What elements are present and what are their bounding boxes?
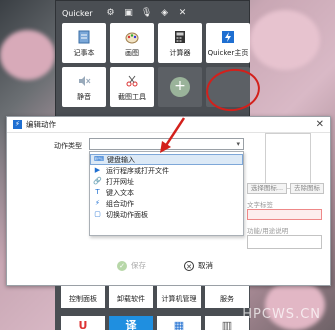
edit-action-dialog: ⚡ 编辑动作 ✕ 动作类型 ▾ ⌨ 键盘输入 ▶ 运行程序或打开文件 🔗 打开网… — [6, 116, 331, 286]
cancel-button[interactable]: ✕ 取消 — [184, 260, 213, 271]
text-label-input[interactable] — [247, 209, 322, 220]
tile-computer-management[interactable]: 计算机管理 — [157, 286, 201, 308]
panel-icon: ▢ — [94, 210, 101, 218]
app-icon-red[interactable]: U — [61, 316, 105, 330]
option-type-text[interactable]: T 键入文本 — [90, 187, 243, 198]
watermark: HPCWS.CN — [242, 307, 321, 322]
tile-snipping-tool[interactable]: 截图工具 — [110, 67, 154, 107]
select-icon-button[interactable]: 选择图标... — [247, 183, 287, 194]
option-switch-panel[interactable]: ▢ 切换动作面板 — [90, 209, 243, 220]
keyboard-icon: ⌨ — [94, 155, 105, 163]
mute-icon — [76, 73, 92, 89]
scissors-icon — [124, 73, 140, 89]
tile-calculator[interactable]: 计算器 — [158, 23, 202, 63]
dialog-buttons: ✓ 保存 ✕ 取消 — [117, 260, 213, 271]
cancel-label: 取消 — [198, 261, 213, 270]
wallpaper-blossom — [0, 30, 55, 80]
option-combo-action[interactable]: ⚡ 组合动作 — [90, 198, 243, 209]
tile-label: 截图工具 — [118, 92, 146, 101]
tile-services[interactable]: 服务 — [205, 286, 249, 308]
add-icon[interactable]: + — [170, 77, 190, 97]
save-button[interactable]: ✓ 保存 — [117, 260, 146, 271]
tile-mute[interactable]: 静音 — [62, 67, 106, 107]
option-keyboard-input[interactable]: ⌨ 键盘输入 — [90, 154, 243, 165]
tile-label: Quicker主页 — [207, 48, 249, 57]
quicker-panel: Quicker ⚙ ▣ 🎙 ◈ ✕ 记事本 画图 计算器 Quicker主页 静… — [55, 0, 263, 118]
description-input[interactable] — [247, 235, 322, 249]
run-icon: ▶ — [94, 166, 101, 174]
action-type-dropdown: ⌨ 键盘输入 ▶ 运行程序或打开文件 🔗 打开网址 T 键入文本 ⚡ 组合动作 … — [89, 151, 244, 236]
wallpaper-blossom — [265, 280, 325, 330]
app-icon-blue[interactable]: ▦ — [157, 316, 201, 330]
cube-icon[interactable]: ◈ — [159, 7, 171, 19]
save-label: 保存 — [131, 261, 146, 270]
option-label: 运行程序或打开文件 — [106, 166, 169, 175]
tile-label: 画图 — [125, 48, 139, 57]
option-run-program[interactable]: ▶ 运行程序或打开文件 — [90, 165, 243, 176]
annotation-arrow — [160, 117, 186, 153]
chevron-down-icon: ▾ — [236, 140, 240, 148]
shirt-icon[interactable]: ▣ — [123, 7, 135, 19]
option-label: 键盘输入 — [107, 155, 135, 164]
option-label: 切换动作面板 — [106, 210, 148, 219]
tile-label: 记事本 — [73, 48, 95, 57]
link-icon: 🔗 — [93, 177, 102, 185]
text-icon: T — [95, 188, 100, 196]
dialog-title: 编辑动作 — [26, 120, 56, 129]
wallpaper-blossom — [250, 10, 320, 70]
tile-quicker-home[interactable]: Quicker主页 — [206, 23, 250, 63]
calculator-icon — [172, 29, 188, 45]
icon-preview-box — [265, 133, 311, 189]
cancel-icon: ✕ — [184, 260, 194, 271]
quicker-panel-bottom: 控制面板 卸载软件 计算机管理 服务 U 译 ▦ ▥ — [55, 286, 250, 330]
combo-icon: ⚡ — [95, 199, 100, 207]
option-label: 键入文本 — [106, 188, 134, 197]
quicker-title: Quicker — [62, 8, 93, 18]
microphone-icon[interactable]: 🎙 — [141, 7, 153, 19]
paint-icon — [124, 29, 140, 45]
option-open-url[interactable]: 🔗 打开网址 — [90, 176, 243, 187]
tile-uninstall[interactable]: 卸载软件 — [109, 286, 153, 308]
notepad-icon — [76, 29, 92, 45]
text-label-caption: 文字标签 — [247, 201, 273, 209]
quicker-logo-icon — [220, 29, 236, 45]
tile-notepad[interactable]: 记事本 — [62, 23, 106, 63]
clear-icon-button[interactable]: 去除图标 — [290, 183, 324, 194]
option-label: 组合动作 — [106, 199, 134, 208]
action-type-label: 动作类型 — [54, 142, 82, 150]
quicker-titlebar: Quicker ⚙ ▣ 🎙 ◈ ✕ — [56, 1, 249, 25]
check-icon: ✓ — [117, 260, 127, 271]
translate-icon[interactable]: 译 — [109, 316, 153, 330]
close-icon[interactable]: ✕ — [316, 119, 324, 130]
tile-label: 静音 — [77, 92, 91, 101]
gear-icon[interactable]: ⚙ — [105, 7, 117, 19]
option-label: 打开网址 — [106, 177, 134, 186]
tile-control-panel[interactable]: 控制面板 — [61, 286, 105, 308]
bottom-action-grid: 控制面板 卸载软件 计算机管理 服务 U 译 ▦ ▥ — [61, 286, 249, 330]
tile-paint[interactable]: 画图 — [110, 23, 154, 63]
close-icon[interactable]: ✕ — [177, 7, 189, 19]
tile-add-action[interactable]: + — [158, 67, 202, 107]
description-caption: 功能/用途说明 — [247, 227, 289, 235]
quicker-logo-icon: ⚡ — [13, 120, 22, 129]
tile-label: 计算器 — [169, 48, 191, 57]
